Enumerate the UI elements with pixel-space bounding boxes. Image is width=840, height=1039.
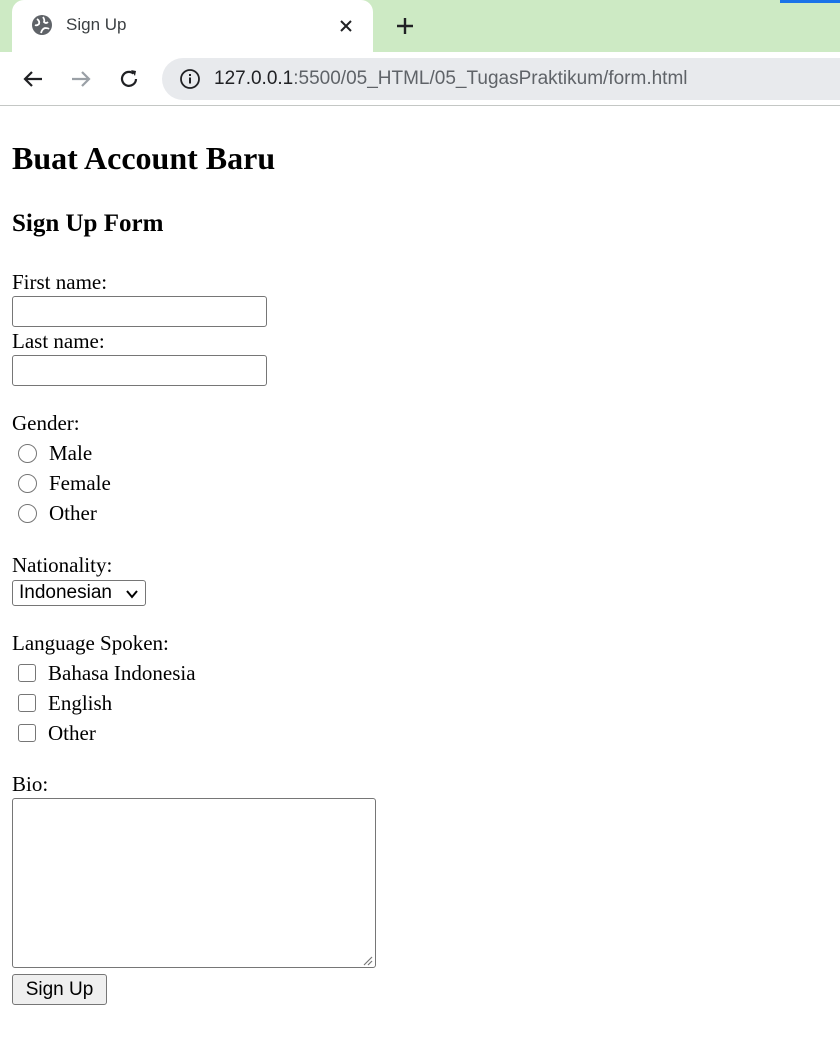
forward-arrow-icon[interactable] [67,65,95,93]
info-icon[interactable] [179,68,201,90]
last-name-input[interactable] [12,355,267,386]
nationality-label: Nationality: [12,553,113,577]
url-path: :5500/05_HTML/05_TugasPraktikum/form.htm… [293,68,688,89]
gender-option-female[interactable]: Female [18,470,111,496]
nationality-select[interactable]: Indonesian [12,580,146,606]
last-name-label: Last name: [12,329,105,353]
language-option-label: Other [48,721,96,745]
gender-option-label: Other [49,501,97,525]
first-name-label: First name: [12,270,108,294]
gender-option-other[interactable]: Other [18,500,97,526]
globe-icon [31,14,53,36]
language-checkbox-english[interactable] [18,694,36,712]
sign-up-button[interactable]: Sign Up [12,974,107,1005]
url-text: 127.0.0.1:5500/05_HTML/05_TugasPraktikum… [214,68,688,90]
chevron-down-icon [125,587,139,601]
gender-option-label: Female [49,471,111,495]
address-bar[interactable]: 127.0.0.1:5500/05_HTML/05_TugasPraktikum… [162,58,840,100]
nationality-selected-value: Indonesian [19,582,112,603]
language-option-other[interactable]: Other [18,720,96,746]
plus-icon[interactable] [391,12,419,40]
language-option-label: English [48,691,113,715]
back-arrow-icon[interactable] [19,65,47,93]
tab-sign-up[interactable]: Sign Up [12,0,373,52]
bio-textarea[interactable] [12,798,376,968]
gender-option-label: Male [49,441,93,465]
gender-option-male[interactable]: Male [18,440,92,466]
first-name-input[interactable] [12,296,267,327]
browser-toolbar: 127.0.0.1:5500/05_HTML/05_TugasPraktikum… [0,52,840,106]
gender-radio-other[interactable] [18,503,37,523]
page-title: Buat Account Baru [12,140,276,176]
tab-strip: Sign Up [0,0,840,52]
language-label: Language Spoken: [12,631,169,655]
language-checkbox-bahasa[interactable] [18,664,36,682]
gender-label: Gender: [12,411,80,435]
tab-title: Sign Up [66,15,127,34]
tab-strip-accent [780,0,840,3]
language-option-english[interactable]: English [18,690,112,716]
bio-label: Bio: [12,772,49,796]
gender-radio-male[interactable] [18,443,37,463]
language-option-label: Bahasa Indonesia [48,661,196,685]
url-host: 127.0.0.1 [214,68,294,89]
language-option-bahasa[interactable]: Bahasa Indonesia [18,660,196,686]
reload-icon[interactable] [115,65,143,93]
gender-radio-female[interactable] [18,473,37,493]
close-icon[interactable] [334,14,358,38]
resize-handle-icon[interactable] [361,953,373,966]
language-checkbox-other[interactable] [18,724,36,742]
form-title: Sign Up Form [12,210,164,237]
